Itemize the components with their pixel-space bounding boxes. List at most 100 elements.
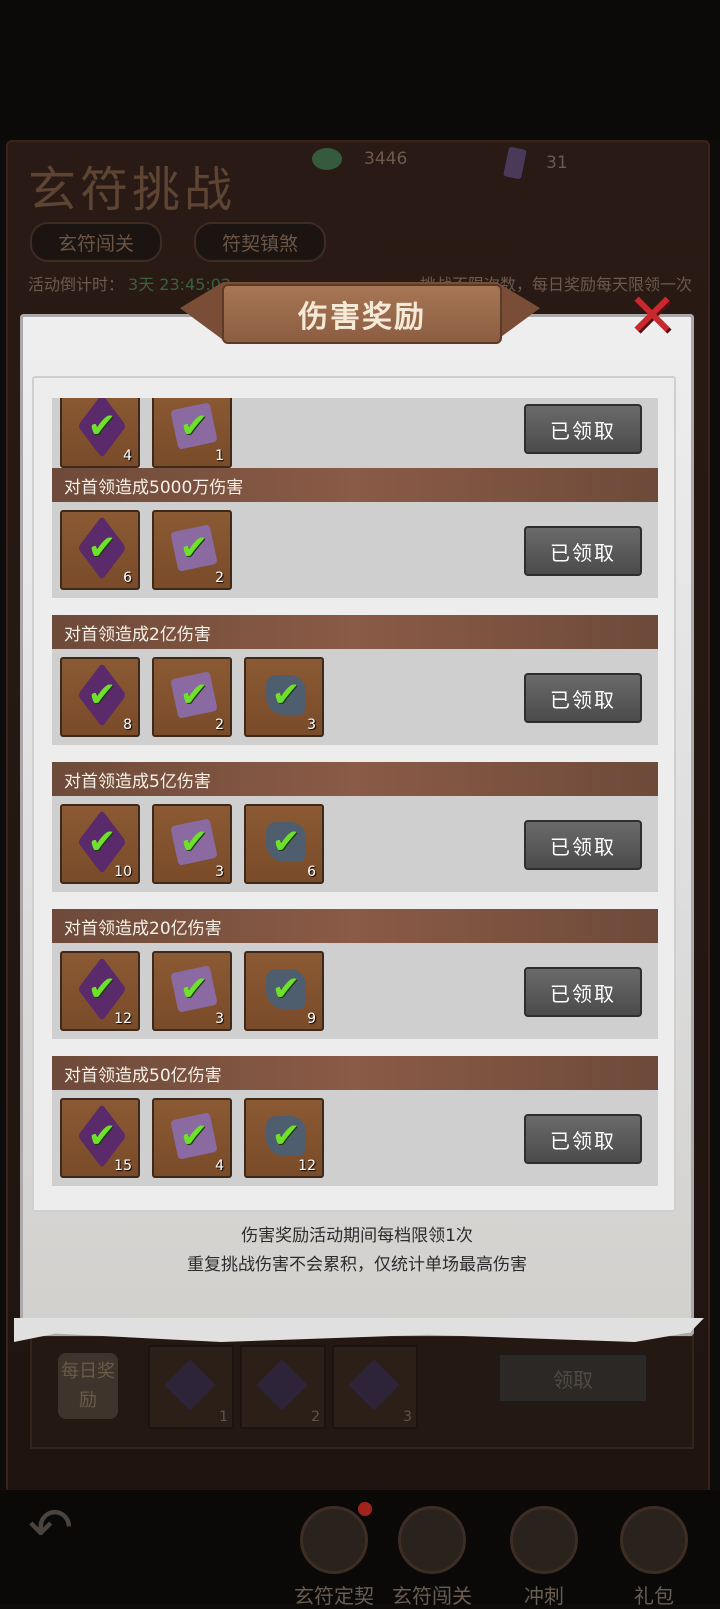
jade-coin-icon bbox=[312, 148, 342, 170]
row-body: ✔ 15 ✔ 4 ✔ 12 已领取 bbox=[52, 1090, 658, 1186]
event-title: 玄符挑战 bbox=[28, 162, 237, 218]
reward-list-panel[interactable]: ✔ 4 ✔ 1 已领取 对首领造成5000万伤害 ✔ 6 ✔ 2 已领取 对首领… bbox=[32, 376, 676, 1212]
top-dark-area bbox=[0, 0, 720, 140]
item-count: 3 bbox=[215, 864, 224, 880]
nav-gift[interactable]: 礼包 bbox=[606, 1496, 702, 1608]
check-icon: ✔ bbox=[179, 406, 209, 446]
item-count: 2 bbox=[215, 570, 224, 586]
reward-item-stone[interactable]: ✔ 3 bbox=[244, 657, 324, 737]
daily-reward-bar: 每日奖励 1 2 3 领取 bbox=[30, 1335, 694, 1449]
row-body: ✔ 10 ✔ 3 ✔ 6 已领取 bbox=[52, 796, 658, 892]
reward-item-stone[interactable]: ✔ 6 bbox=[244, 804, 324, 884]
daily-claim-button[interactable]: 领取 bbox=[498, 1353, 648, 1403]
claimed-button[interactable]: 已领取 bbox=[524, 404, 642, 454]
close-x-icon[interactable]: ✕ bbox=[624, 286, 680, 346]
row-title: 对首领造成5000万伤害 bbox=[52, 468, 658, 502]
check-icon: ✔ bbox=[271, 969, 301, 1009]
item-count: 12 bbox=[298, 1158, 316, 1174]
reward-row: 对首领造成5000万伤害 ✔ 6 ✔ 2 已领取 bbox=[52, 468, 658, 602]
nav-label: 礼包 bbox=[634, 1584, 674, 1608]
claimed-button[interactable]: 已领取 bbox=[524, 526, 642, 576]
check-icon: ✔ bbox=[271, 822, 301, 862]
reward-item-scroll[interactable]: ✔ 3 bbox=[152, 804, 232, 884]
daily-item-count: 3 bbox=[403, 1409, 412, 1425]
reward-row: 对首领造成20亿伤害 ✔ 12 ✔ 3 ✔ 9 已领取 bbox=[52, 909, 658, 1043]
check-icon: ✔ bbox=[179, 969, 209, 1009]
row-body: ✔ 12 ✔ 3 ✔ 9 已领取 bbox=[52, 943, 658, 1039]
reward-item-gem[interactable]: ✔ 12 bbox=[60, 951, 140, 1031]
item-count: 12 bbox=[114, 1011, 132, 1027]
item-count: 3 bbox=[307, 717, 316, 733]
item-count: 8 bbox=[123, 717, 132, 733]
note-line: 伤害奖励活动期间每档限领1次 bbox=[241, 1226, 473, 1246]
item-count: 3 bbox=[215, 1011, 224, 1027]
reward-item-scroll[interactable]: ✔ 2 bbox=[152, 510, 232, 590]
tab-contract-suppress[interactable]: 符契镇煞 bbox=[194, 222, 327, 262]
daily-reward-label: 每日奖励 bbox=[58, 1353, 118, 1419]
item-count: 15 bbox=[114, 1158, 132, 1174]
scroll-icon bbox=[164, 1359, 216, 1411]
reward-item-gem[interactable]: ✔ 6 bbox=[60, 510, 140, 590]
nav-sprint[interactable]: 冲刺 bbox=[496, 1496, 592, 1608]
reward-row: 对首领造成5亿伤害 ✔ 10 ✔ 3 ✔ 6 已领取 bbox=[52, 762, 658, 896]
talisman-scroll-icon bbox=[503, 146, 527, 180]
reward-list-viewport: ✔ 4 ✔ 1 已领取 对首领造成5000万伤害 ✔ 6 ✔ 2 已领取 对首领… bbox=[52, 398, 658, 1188]
daily-item-count: 1 bbox=[219, 1409, 228, 1425]
reward-item-scroll[interactable]: ✔ 3 bbox=[152, 951, 232, 1031]
item-count: 1 bbox=[215, 448, 224, 464]
gift-bag-icon bbox=[620, 1506, 688, 1574]
check-icon: ✔ bbox=[87, 528, 117, 568]
sprint-icon bbox=[510, 1506, 578, 1574]
claimed-button[interactable]: 已领取 bbox=[524, 1114, 642, 1164]
daily-item-scroll[interactable]: 1 bbox=[148, 1345, 234, 1429]
item-count: 2 bbox=[215, 717, 224, 733]
item-count: 6 bbox=[307, 864, 316, 880]
modal-title: 伤害奖励 bbox=[222, 284, 502, 344]
nav-label: 冲刺 bbox=[524, 1584, 564, 1608]
item-count: 9 bbox=[307, 1011, 316, 1027]
item-count: 4 bbox=[215, 1158, 224, 1174]
daily-item-gem[interactable]: 2 bbox=[240, 1345, 326, 1429]
contract-icon bbox=[300, 1506, 368, 1574]
row-body: ✔ 6 ✔ 2 已领取 bbox=[52, 502, 658, 598]
resource-talisman-value: 31 bbox=[546, 153, 568, 173]
note-line: 重复挑战伤害不会累积，仅统计单场最高伤害 bbox=[187, 1255, 527, 1275]
reward-row: 对首领造成50亿伤害 ✔ 15 ✔ 4 ✔ 12 已领取 bbox=[52, 1056, 658, 1188]
row-title: 对首领造成50亿伤害 bbox=[52, 1056, 658, 1090]
back-arrow-icon[interactable]: ↶ bbox=[28, 1500, 92, 1556]
reward-item-gem[interactable]: ✔ 15 bbox=[60, 1098, 140, 1178]
check-icon: ✔ bbox=[87, 1116, 117, 1156]
item-count: 4 bbox=[123, 448, 132, 464]
reward-notes: 伤害奖励活动期间每档限领1次 重复挑战伤害不会累积，仅统计单场最高伤害 bbox=[20, 1222, 694, 1280]
nav-stage[interactable]: 玄符闯关 bbox=[384, 1496, 480, 1608]
daily-item-stone[interactable]: 3 bbox=[332, 1345, 418, 1429]
resource-talisman: 31 bbox=[503, 146, 568, 180]
nav-label: 玄符定契 bbox=[294, 1584, 374, 1608]
reward-row: 对首领造成2亿伤害 ✔ 8 ✔ 2 ✔ 3 已领取 bbox=[52, 615, 658, 749]
reward-item-stone[interactable]: ✔ 12 bbox=[244, 1098, 324, 1178]
reward-item-gem[interactable]: ✔ 10 bbox=[60, 804, 140, 884]
row-title: 对首领造成5亿伤害 bbox=[52, 762, 658, 796]
resource-jade: 3446 bbox=[312, 148, 407, 170]
countdown-label: 活动倒计时： bbox=[28, 275, 125, 294]
reward-item-stone[interactable]: ✔ 9 bbox=[244, 951, 324, 1031]
check-icon: ✔ bbox=[271, 1116, 301, 1156]
check-icon: ✔ bbox=[179, 675, 209, 715]
reward-item-scroll[interactable]: ✔ 4 bbox=[152, 1098, 232, 1178]
resource-jade-value: 3446 bbox=[364, 149, 408, 169]
check-icon: ✔ bbox=[87, 675, 117, 715]
claimed-button[interactable]: 已领取 bbox=[524, 820, 642, 870]
reward-item-scroll[interactable]: ✔ 1 bbox=[152, 398, 232, 468]
tab-stage-challenge[interactable]: 玄符闯关 bbox=[30, 222, 163, 262]
claimed-button[interactable]: 已领取 bbox=[524, 967, 642, 1017]
row-body: ✔ 4 ✔ 1 已领取 bbox=[52, 398, 658, 476]
reward-item-gem[interactable]: ✔ 8 bbox=[60, 657, 140, 737]
check-icon: ✔ bbox=[179, 822, 209, 862]
sword-icon bbox=[398, 1506, 466, 1574]
claimed-button[interactable]: 已领取 bbox=[524, 673, 642, 723]
item-count: 6 bbox=[123, 570, 132, 586]
nav-contract[interactable]: 玄符定契 bbox=[286, 1496, 382, 1608]
reward-item-scroll[interactable]: ✔ 2 bbox=[152, 657, 232, 737]
reward-item-gem[interactable]: ✔ 4 bbox=[60, 398, 140, 468]
stone-icon bbox=[348, 1359, 400, 1411]
